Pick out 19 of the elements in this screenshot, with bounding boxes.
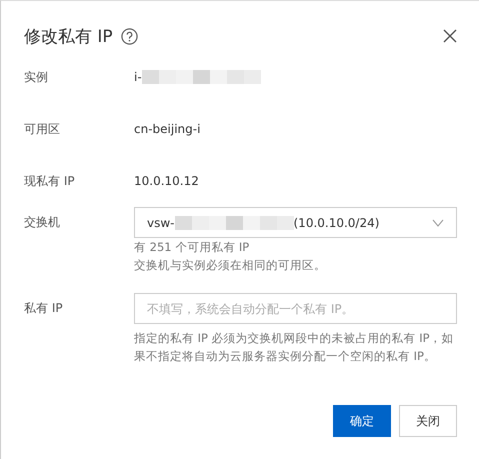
field-value: 10.0.10.12 — [134, 173, 199, 189]
ip-input-field[interactable]: 不填写，系统会自动分配一个私有 IP。 — [134, 293, 457, 324]
dialog-title: 修改私有 IP — [24, 26, 113, 48]
help-icon[interactable] — [120, 28, 138, 44]
switch-select[interactable]: vsw- (10.0.10.0/24) — [134, 207, 457, 238]
close-icon[interactable] — [443, 29, 457, 43]
close-button[interactable]: 关闭 — [399, 405, 457, 437]
help-text: 有 251 个可用私有 IP — [134, 239, 250, 256]
caret-icon — [432, 218, 444, 226]
field-label: 可用区 — [24, 121, 61, 137]
field-label: 现私有 IP — [24, 173, 76, 189]
field-value: cn-beijing-i — [134, 121, 200, 137]
help-text: 交换机与实例必须在相同的可用区。 — [134, 257, 327, 274]
field-label: 私有 IP — [24, 300, 64, 316]
field-label: 交换机 — [24, 214, 61, 230]
field-value: i- — [134, 69, 142, 85]
field-label: 实例 — [24, 69, 49, 85]
confirm-button[interactable]: 确定 — [333, 405, 391, 437]
help-text: 指定的私有 IP 必须为交换机网段中的未被占用的私有 IP，如果不指定将自动为云服务器实例分配一个空闲的私有 IP。 — [134, 330, 455, 365]
